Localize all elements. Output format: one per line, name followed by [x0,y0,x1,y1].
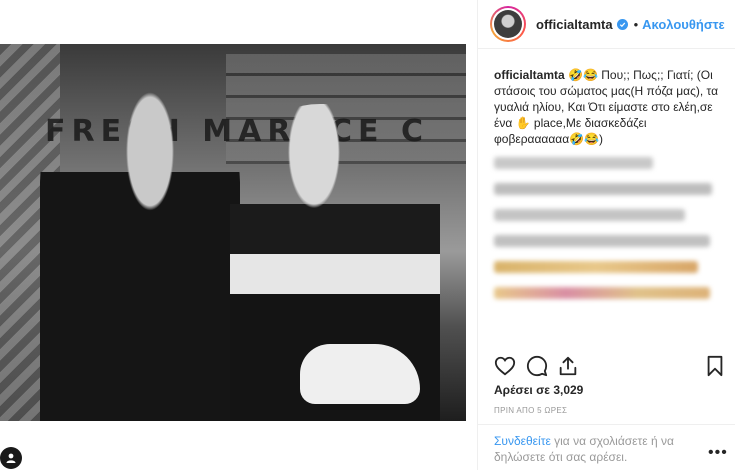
post-media: FRESH MAR ICE C [0,0,477,470]
photo-person-left [40,92,240,421]
post-caption: officialtamta 🤣😂 Που;; Πως;; Γιατί; (Οι … [478,49,735,147]
login-link[interactable]: Συνδεθείτε [494,434,551,448]
post-header: officialtamta • Ακολουθήστε [478,0,735,49]
blurred-comment [494,261,699,273]
blurred-comment [494,235,710,247]
header-separator: • [633,16,639,32]
share-icon[interactable] [557,355,579,377]
post-sidebar: officialtamta • Ακολουθήστε officialtamt… [477,0,735,470]
post-timestamp[interactable]: ΠΡΙΝ ΑΠΟ 5 ΩΡΕΣ [494,406,567,415]
photo-sneaker [300,344,420,404]
person-tag-icon [6,453,16,463]
more-options-button[interactable]: ••• [708,444,728,462]
blurred-comment [494,157,653,169]
blurred-comment [494,287,710,299]
post-actions [494,355,724,379]
verified-badge-icon [616,18,628,30]
post-photo[interactable]: FRESH MAR ICE C [0,44,466,421]
likes-count[interactable]: Αρέσει σε 3,029 [494,383,583,397]
comment-icon[interactable] [526,355,548,377]
heart-icon[interactable] [494,355,516,377]
divider [478,424,735,425]
blurred-comment [494,209,685,221]
person-tag-button[interactable] [0,447,22,469]
caption-username[interactable]: officialtamta [494,68,565,82]
blurred-comments [494,157,721,299]
avatar[interactable] [490,6,526,42]
follow-button[interactable]: Ακολουθήστε [642,17,725,32]
blurred-comment [494,183,712,195]
bookmark-icon[interactable] [704,355,726,377]
header-username[interactable]: officialtamta [536,17,613,32]
login-prompt: Συνδεθείτε για να σχολιάσετε ή να δηλώσε… [494,433,699,465]
